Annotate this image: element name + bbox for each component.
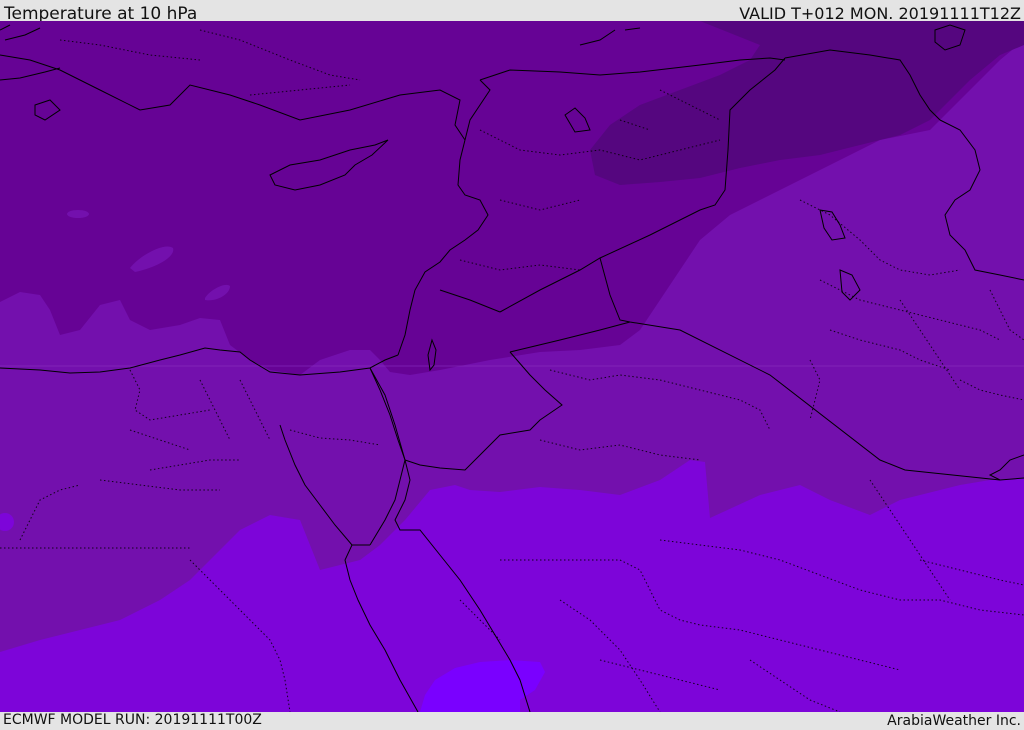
header-bar: Temperature at 10 hPa VALID T+012 MON. 2… — [0, 0, 1024, 24]
footer-bar: ECMWF MODEL RUN: 20191111T00Z ArabiaWeat… — [0, 712, 1024, 729]
credit-label: ArabiaWeather Inc. — [887, 713, 1021, 729]
weather-map[interactable] — [0, 21, 1024, 712]
map-canvas — [0, 21, 1024, 712]
model-run-label: ECMWF MODEL RUN: 20191111T00Z — [3, 712, 262, 728]
spot-1 — [67, 210, 89, 218]
